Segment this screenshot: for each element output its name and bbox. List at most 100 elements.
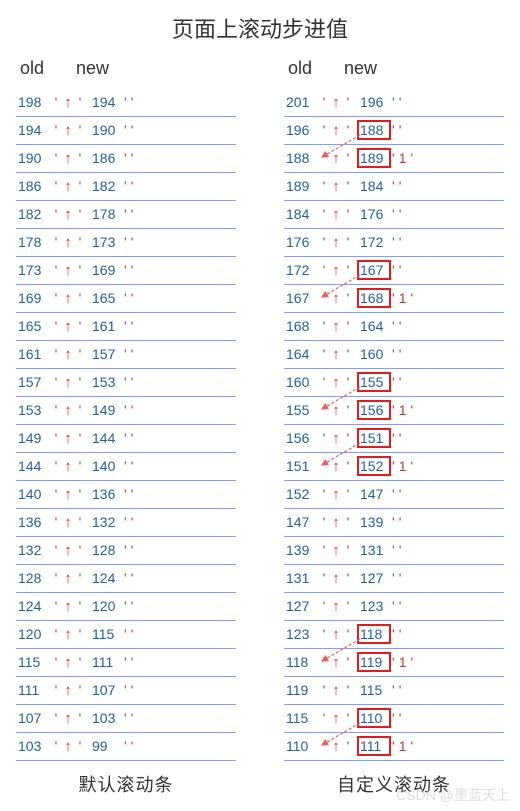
new-value-wrap: 152	[360, 458, 388, 474]
trail-value: 1	[399, 290, 407, 306]
table-row: 161'↑'157''	[16, 341, 236, 369]
quote: '	[342, 290, 354, 306]
old-value: 115	[18, 654, 50, 670]
new-value-wrap: 169	[92, 262, 120, 278]
trail-quote: '	[124, 626, 127, 642]
quote: '	[74, 178, 86, 194]
quote: '	[318, 262, 330, 278]
old-value: 176	[286, 234, 318, 250]
new-value-wrap: 165	[92, 290, 120, 306]
old-value: 178	[18, 234, 50, 250]
quote: '	[50, 290, 62, 306]
trail-quote: '	[392, 262, 395, 278]
trail-quote: '	[131, 346, 134, 362]
old-value: 152	[286, 486, 318, 502]
trail-quote: '	[392, 402, 395, 418]
trail-quote: '	[131, 458, 134, 474]
trail-quote: '	[399, 430, 402, 446]
trail-quote: '	[131, 94, 134, 110]
new-value-wrap: 176	[360, 206, 388, 222]
new-value: 140	[92, 458, 120, 474]
new-value: 119	[360, 654, 388, 670]
trail-value: 1	[399, 654, 407, 670]
quote: '	[342, 738, 354, 754]
up-arrow-icon: ↑	[330, 486, 342, 503]
trail-quote: '	[392, 514, 395, 530]
new-value: 176	[360, 206, 388, 222]
new-value: 103	[92, 710, 120, 726]
quote: '	[50, 710, 62, 726]
trail-quote: '	[392, 682, 395, 698]
trail-quote: '	[131, 598, 134, 614]
new-value-wrap: 153	[92, 374, 120, 390]
quote: '	[318, 542, 330, 558]
up-arrow-icon: ↑	[330, 654, 342, 671]
table-row: 140'↑'136''	[16, 481, 236, 509]
up-arrow-icon: ↑	[330, 122, 342, 139]
trail-quote: '	[131, 654, 134, 670]
new-value: 184	[360, 178, 388, 194]
trail-quote: '	[124, 318, 127, 334]
trail-quote: '	[392, 94, 395, 110]
old-value: 157	[18, 374, 50, 390]
quote: '	[318, 486, 330, 502]
new-value: 111	[360, 738, 388, 754]
quote: '	[50, 122, 62, 138]
trail-quote: '	[399, 234, 402, 250]
quote: '	[50, 374, 62, 390]
old-value: 201	[286, 94, 318, 110]
new-value-wrap: 123	[360, 598, 388, 614]
quote: '	[318, 430, 330, 446]
quote: '	[318, 710, 330, 726]
up-arrow-icon: ↑	[330, 234, 342, 251]
old-value: 198	[18, 94, 50, 110]
trail-quote: '	[410, 738, 413, 754]
table-row: 115'↑'110''	[284, 705, 504, 733]
trail-quote: '	[124, 598, 127, 614]
trail-quote: '	[124, 346, 127, 362]
trail-quote: '	[392, 598, 395, 614]
old-value: 156	[286, 430, 318, 446]
right-column: old new 201'↑'196''196'↑'188''188'↑'189'…	[284, 58, 504, 797]
up-arrow-icon: ↑	[62, 206, 74, 223]
new-value: 157	[92, 346, 120, 362]
up-arrow-icon: ↑	[330, 514, 342, 531]
new-value-wrap: 115	[92, 626, 120, 642]
up-arrow-icon: ↑	[62, 402, 74, 419]
new-value: 147	[360, 486, 388, 502]
new-value-wrap: 190	[92, 122, 120, 138]
trail-quote: '	[124, 402, 127, 418]
trail-quote: '	[131, 402, 134, 418]
up-arrow-icon: ↑	[62, 234, 74, 251]
old-value: 151	[286, 458, 318, 474]
new-value-wrap: 115	[360, 682, 388, 698]
up-arrow-icon: ↑	[62, 430, 74, 447]
trail-quote: '	[392, 486, 395, 502]
trail-quote: '	[124, 234, 127, 250]
old-value: 189	[286, 178, 318, 194]
old-value: 144	[18, 458, 50, 474]
table-row: 118'↑'119'1'	[284, 649, 504, 677]
table-row: 127'↑'123''	[284, 593, 504, 621]
new-value: 132	[92, 514, 120, 530]
old-value: 110	[286, 738, 318, 754]
trail-quote: '	[410, 290, 413, 306]
up-arrow-icon: ↑	[330, 738, 342, 755]
table-row: 188'↑'189'1'	[284, 145, 504, 173]
quote: '	[74, 318, 86, 334]
new-value: 173	[92, 234, 120, 250]
table-row: 201'↑'196''	[284, 89, 504, 117]
trail-quote: '	[131, 122, 134, 138]
table-row: 149'↑'144''	[16, 425, 236, 453]
new-value: 164	[360, 318, 388, 334]
new-value: 155	[360, 374, 388, 390]
table-row: 184'↑'176''	[284, 201, 504, 229]
trail-quote: '	[399, 178, 402, 194]
up-arrow-icon: ↑	[62, 458, 74, 475]
quote: '	[74, 738, 86, 754]
old-value: 182	[18, 206, 50, 222]
new-value-wrap: 173	[92, 234, 120, 250]
trail-quote: '	[131, 178, 134, 194]
new-value: 136	[92, 486, 120, 502]
trail-quote: '	[410, 654, 413, 670]
